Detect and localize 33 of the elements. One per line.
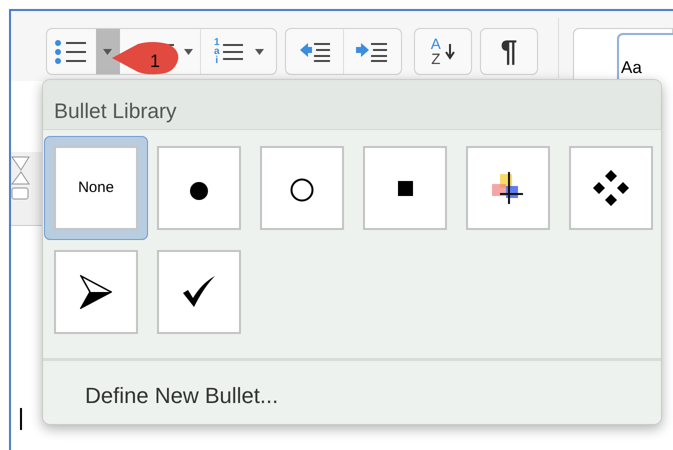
caret-icon [103, 48, 112, 54]
caret-icon [184, 48, 194, 54]
sort-button[interactable]: A Z [414, 28, 472, 75]
bullet-option[interactable] [157, 146, 241, 230]
bullet-option[interactable] [157, 250, 241, 334]
caret-icon [254, 48, 264, 54]
level-label: a [214, 47, 220, 56]
step-callout-tooltip: 1 [112, 42, 180, 76]
text-cursor [20, 408, 22, 430]
sort-letter: Z [431, 52, 440, 66]
bullet-option[interactable] [569, 146, 653, 230]
none-label: None [78, 178, 114, 198]
four-diamonds-icon [593, 170, 629, 206]
down-arrow-icon [444, 44, 455, 60]
level-label: i [215, 56, 218, 65]
bullets-dropdown-button[interactable] [96, 29, 120, 74]
check-mark-icon [182, 275, 216, 309]
menu-title: Bullet Library [43, 80, 661, 130]
square-icon [398, 180, 412, 196]
bullet-option[interactable]: None [44, 136, 148, 240]
bullet-option[interactable] [363, 146, 447, 230]
increase-indent-icon [355, 40, 390, 62]
arrowhead-icon [80, 275, 112, 309]
show-formatting-button[interactable]: ¶ [480, 28, 538, 75]
color-blocks-icon [492, 172, 524, 204]
level-label: 1 [214, 38, 220, 47]
list-lines-icon [222, 42, 243, 62]
bullet-option[interactable] [54, 250, 138, 334]
filled-circle-icon [190, 182, 208, 200]
sort-letter: A [430, 36, 441, 52]
hollow-circle-icon [290, 178, 314, 202]
decrease-indent-icon [298, 40, 332, 62]
define-new-bullet-item[interactable]: Define New Bullet... [43, 361, 661, 412]
